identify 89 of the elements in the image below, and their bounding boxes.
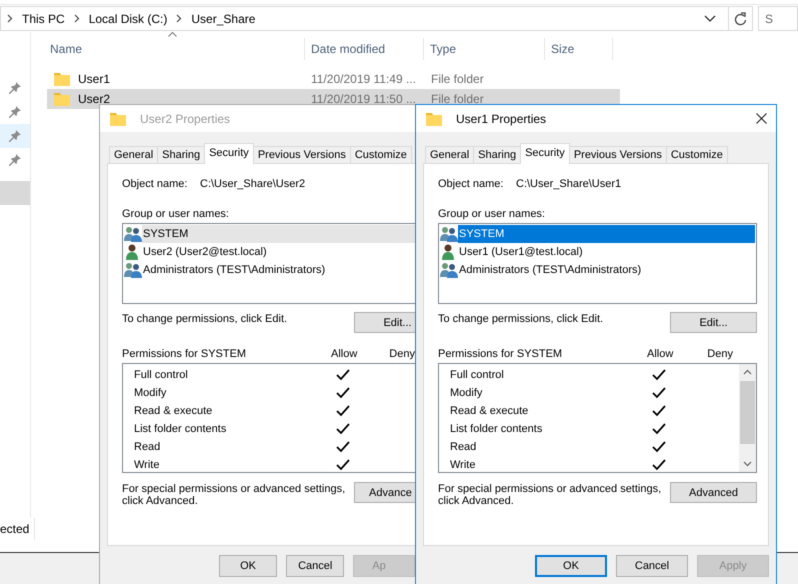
list-item[interactable]: User1 (User1@test.local) (458, 243, 755, 261)
list-item[interactable]: SYSTEM (142, 225, 415, 243)
dialog-button[interactable]: OK (219, 555, 278, 577)
group-icon (124, 262, 142, 278)
object-name: C:\User_Share\User2 (200, 177, 306, 191)
hint-text: For special permissions or advanced settings, click Advanced. (122, 482, 346, 507)
folder-icon (426, 112, 442, 126)
advanced-button[interactable]: Advance (354, 482, 415, 503)
list-item[interactable]: Administrators (TEST\Administrators) (458, 261, 755, 279)
file-date: 11/20/2019 11:49 ... (311, 72, 416, 86)
user-list[interactable]: SYSTEM User1 (User1@test.local) Administrators (TEST\Administrators) (438, 223, 757, 304)
file-type: File folder (431, 72, 484, 86)
dialog-button[interactable]: Cancel (616, 555, 688, 577)
hint-text: To change permissions, click Edit. (438, 312, 604, 326)
field-label: Group or user names: (438, 207, 546, 221)
file-name: User1 (78, 72, 110, 86)
column-header[interactable]: Date modified (311, 42, 386, 56)
tab[interactable]: General (425, 146, 474, 163)
edit-button[interactable]: Edit... (670, 312, 757, 333)
field-label: Permissions for SYSTEM (438, 347, 564, 361)
advanced-button[interactable]: Advanced (670, 482, 757, 503)
chevron-right-icon (176, 14, 182, 23)
tab[interactable]: Customize (350, 146, 412, 163)
group-icon (124, 226, 142, 242)
column-header[interactable]: Type (430, 42, 456, 56)
group-icon (440, 262, 458, 278)
list-item[interactable]: Administrators (TEST\Administrators) (142, 261, 415, 279)
scrollbar[interactable] (739, 364, 756, 472)
chevron-right-icon (74, 14, 80, 23)
permission-name: Read & execute (134, 404, 214, 418)
close-icon (756, 113, 766, 124)
column-header: Allow (647, 347, 674, 361)
field-label: Permissions for SYSTEM (122, 347, 248, 361)
chevron-right-icon (7, 14, 13, 23)
permission-name: Read & execute (450, 404, 530, 418)
folder-icon (54, 92, 70, 106)
field-label: Object name: (438, 177, 504, 191)
file-date: 11/20/2019 11:50 ... (311, 92, 416, 106)
column-header[interactable]: Name (50, 42, 82, 56)
permission-name: Modify (134, 386, 168, 400)
permission-name: Write (450, 458, 476, 472)
user-list[interactable]: SYSTEM User2 (User2@test.local) Administrators (TEST\Administrators) (122, 223, 415, 304)
permission-name: List folder contents (450, 422, 544, 436)
object-name: C:\User_Share\User1 (516, 177, 622, 191)
list-item[interactable]: SYSTEM (458, 225, 755, 243)
file-name: User2 (78, 92, 110, 106)
file-row[interactable]: User1 11/20/2019 11:49 ... File folder (47, 69, 620, 89)
breadcrumb-item[interactable]: Local Disk (C:) (86, 12, 170, 26)
dialog-button[interactable]: OK (535, 555, 607, 577)
folder-icon (54, 72, 70, 86)
file-type: File folder (431, 92, 484, 106)
nav-item[interactable] (0, 124, 30, 148)
tab[interactable]: Customize (666, 146, 728, 163)
search-field[interactable]: S (758, 6, 798, 31)
column-header: Deny (707, 347, 733, 361)
permission-name: Read (134, 440, 162, 454)
hint-text: For special permissions or advanced settings, click Advanced. (438, 482, 662, 507)
tab[interactable]: Sharing (473, 146, 522, 163)
breadcrumb-item[interactable]: User_Share (189, 12, 258, 26)
refresh-button[interactable] (728, 6, 753, 31)
permission-name: Write (134, 458, 160, 472)
breadcrumb-item[interactable]: This PC (20, 12, 67, 26)
dropdown-icon[interactable] (704, 14, 716, 22)
status-text: ected (0, 522, 30, 536)
tab[interactable]: Sharing (157, 146, 206, 163)
dialog-button[interactable]: Cancel (286, 555, 344, 577)
folder-icon (110, 112, 126, 126)
tab[interactable]: Security (520, 143, 570, 164)
permission-name: Full control (450, 368, 505, 382)
permission-name: Modify (450, 386, 484, 400)
tab[interactable]: General (109, 146, 158, 163)
window-title: User2 Properties (140, 112, 230, 126)
tab[interactable]: Security (204, 143, 254, 164)
edit-button[interactable]: Edit... (354, 312, 415, 333)
column-header: Allow (331, 347, 358, 361)
address-bar[interactable]: This PC Local Disk (C:) User_Share (0, 6, 729, 31)
window-title: User1 Properties (456, 112, 546, 126)
field-label: Group or user names: (122, 207, 230, 221)
column-header: Deny (389, 347, 415, 361)
permission-name: Full control (134, 368, 189, 382)
group-icon (440, 226, 458, 242)
permission-name: List folder contents (134, 422, 228, 436)
refresh-icon (734, 12, 747, 26)
permission-name: Read (450, 440, 478, 454)
scroll-thumb[interactable] (740, 381, 755, 444)
field-label: Object name: (122, 177, 188, 191)
hint-text: To change permissions, click Edit. (122, 312, 288, 326)
column-header[interactable]: Size (551, 42, 574, 56)
list-item[interactable]: User2 (User2@test.local) (142, 243, 415, 261)
